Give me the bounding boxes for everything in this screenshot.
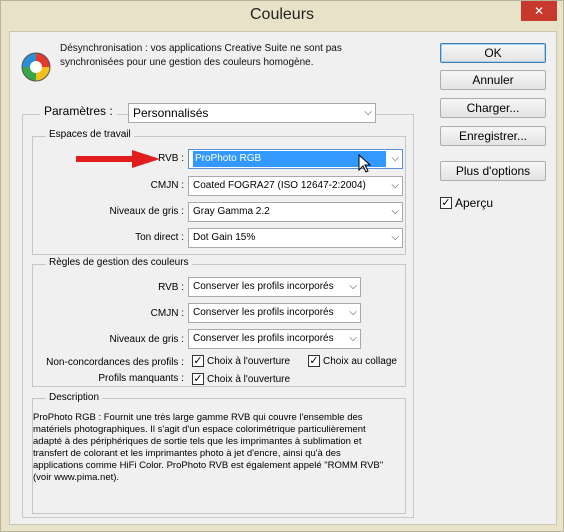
ws-spot-select[interactable]: Dot Gain 15% ⌵ [188,228,403,248]
ws-gray-value: Gray Gamma 2.2 [193,206,270,217]
window-title: Couleurs [249,6,315,23]
preview-checkbox[interactable]: ✓ [440,197,452,209]
settings-value: Personnalisés [133,106,209,120]
policies-title: Règles de gestion des couleurs [46,257,192,268]
mismatch-open-label: Choix à l'ouverture [207,355,291,367]
missing-open-label: Choix à l'ouverture [207,373,291,385]
policy-rgb-select[interactable]: Conserver les profils incorporés ⌵ [188,277,361,297]
chevron-down-icon: ⌵ [364,107,372,118]
chevron-down-icon: ⌵ [391,206,399,217]
working-spaces-title: Espaces de travail [46,129,134,140]
chevron-down-icon: ⌵ [391,153,399,164]
mouse-cursor-icon [358,154,372,173]
ws-cmyk-select[interactable]: Coated FOGRA27 (ISO 12647-2:2004) ⌵ [188,176,403,196]
chevron-down-icon: ⌵ [349,333,357,344]
policy-gray-select[interactable]: Conserver les profils incorporés ⌵ [188,329,361,349]
missing-label: Profils manquants : [98,373,184,384]
ok-button[interactable]: OK [440,43,546,63]
title-bar[interactable]: Couleurs ✕ [1,1,563,31]
missing-open-row[interactable]: ✓ Choix à l'ouverture [192,373,290,385]
description-title: Description [46,392,103,403]
missing-open-checkbox[interactable]: ✓ [192,373,204,385]
color-settings-dialog: Couleurs ✕ Désynchronisation : vos appli… [0,0,564,532]
ws-spot-value: Dot Gain 15% [193,232,256,243]
save-button[interactable]: Enregistrer... [440,126,546,146]
ws-spot-label: Ton direct : [135,232,184,243]
preview-label: Aperçu [455,196,494,210]
mismatch-paste-checkbox[interactable]: ✓ [308,355,320,367]
mismatch-label: Non-concordances des profils : [46,357,184,368]
policy-gray-label: Niveaux de gris : [109,334,184,345]
mismatch-paste-label: Choix au collage [323,355,397,367]
policy-gray-value: Conserver les profils incorporés [193,333,334,344]
chevron-down-icon: ⌵ [349,307,357,318]
close-button[interactable]: ✕ [521,1,557,21]
chevron-down-icon: ⌵ [391,232,399,243]
policy-rgb-value: Conserver les profils incorporés [193,281,334,292]
policy-rgb-label: RVB : [158,282,184,293]
settings-label: Paramètres : [40,104,117,118]
mismatch-open-row[interactable]: ✓ Choix à l'ouverture [192,355,290,367]
mismatch-open-checkbox[interactable]: ✓ [192,355,204,367]
sync-warning-text: Désynchronisation : vos applications Cre… [60,43,342,68]
policy-cmyk-select[interactable]: Conserver les profils incorporés ⌵ [188,303,361,323]
mismatch-paste-row[interactable]: ✓ Choix au collage [308,355,397,367]
chevron-down-icon: ⌵ [391,180,399,191]
color-wheel-icon [21,52,51,82]
settings-select[interactable]: Personnalisés ⌵ [128,103,376,123]
red-arrow-annotation [76,150,160,168]
dialog-body: Désynchronisation : vos applications Cre… [9,31,557,525]
ws-cmyk-label: CMJN : [150,180,184,191]
policy-cmyk-value: Conserver les profils incorporés [193,307,334,318]
load-button[interactable]: Charger... [440,98,546,118]
ws-cmyk-value: Coated FOGRA27 (ISO 12647-2:2004) [193,180,366,191]
chevron-down-icon: ⌵ [349,281,357,292]
more-options-button[interactable]: Plus d'options [440,161,546,181]
preview-checkbox-row[interactable]: ✓ Aperçu [440,196,493,210]
ws-gray-select[interactable]: Gray Gamma 2.2 ⌵ [188,202,403,222]
description-text: ProPhoto RGB : Fournit une très large ga… [33,412,384,483]
policy-cmyk-label: CMJN : [150,308,184,319]
ws-gray-label: Niveaux de gris : [109,206,184,217]
cancel-button[interactable]: Annuler [440,70,546,90]
